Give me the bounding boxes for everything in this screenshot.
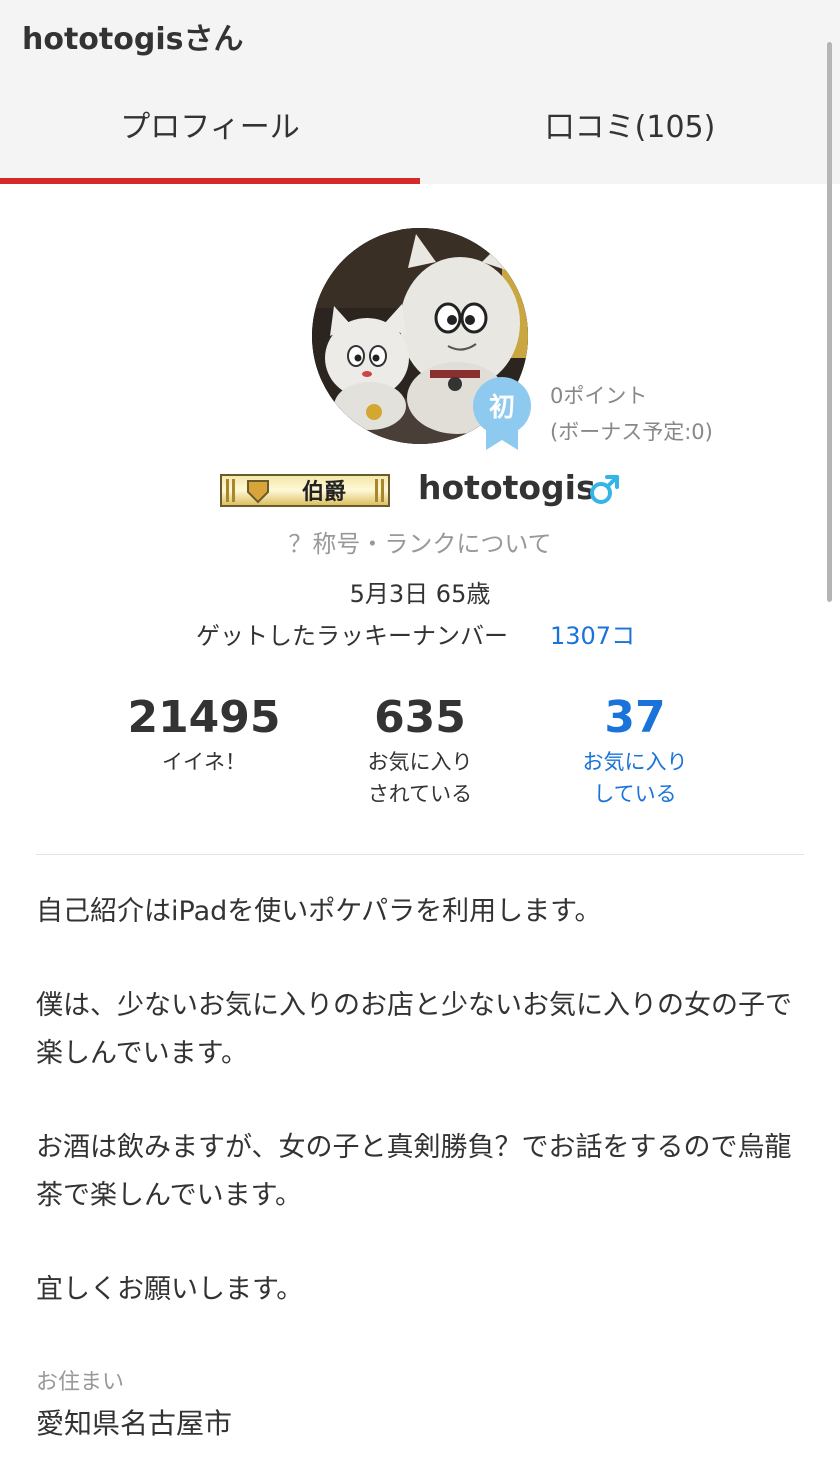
intro-paragraph: 宜しくお願いします。 xyxy=(36,1274,304,1305)
stat-favorited-by: 635 お気に入り されている xyxy=(320,690,520,810)
divider xyxy=(36,854,804,855)
points-value: 0ポイント xyxy=(550,384,648,408)
bonus-value: (ボーナス予定:0) xyxy=(550,420,713,444)
lucky-number-label: ゲットしたラッキーナンバー xyxy=(196,622,508,650)
rank-title-label: 伯爵 xyxy=(302,479,346,505)
active-tab-indicator xyxy=(0,178,420,184)
stat-likes-value: 21495 xyxy=(127,692,281,743)
stat-favorites-label-1[interactable]: お気に入り xyxy=(535,746,735,778)
residence-value: 愛知県名古屋市 xyxy=(36,1407,233,1440)
intro-paragraph: お酒は飲みますが、女の子と真剣勝負？でお話をするので烏龍茶で楽しんでいます。 xyxy=(36,1132,792,1211)
self-introduction: 自己紹介はiPadを使いポケパラを利用します。 僕は、少ないお気に入りのお店と少… xyxy=(36,888,804,1360)
rank-info-link[interactable]: ？称号・ランクについて xyxy=(0,524,840,559)
scrollbar[interactable] xyxy=(827,42,832,602)
stat-favorites-value[interactable]: 37 xyxy=(535,690,735,746)
tab-reviews[interactable]: 口コミ(105) xyxy=(420,106,840,150)
intro-paragraph: 僕は、少ないお気に入りのお店と少ないお気に入りの女の子で楽しんでいます。 xyxy=(36,990,792,1069)
stat-favorites[interactable]: 37 お気に入り している xyxy=(535,690,735,810)
intro-paragraph: 自己紹介はiPadを使いポケパラを利用します。 xyxy=(36,896,602,927)
stat-likes-label: イイネ！ xyxy=(162,750,246,774)
stat-favorited-by-value: 635 xyxy=(374,692,466,743)
username: hototogis xyxy=(418,468,596,507)
beginner-badge-icon: 初 xyxy=(472,376,532,452)
residence-label: お住まい xyxy=(36,1370,125,1395)
male-gender-icon xyxy=(588,472,622,506)
header-bar: hototogisさん プロフィール 口コミ(105) xyxy=(0,0,840,184)
stat-favorited-by-label-1: お気に入り xyxy=(367,750,473,774)
lucky-number-link[interactable]: 1307コ xyxy=(550,616,635,651)
birthday-age: 5月3日 65歳 xyxy=(349,580,491,608)
stat-favorites-label-2[interactable]: している xyxy=(535,778,735,810)
points-info: 0ポイント (ボーナス予定:0) xyxy=(550,378,713,450)
page-title: hototogisさん xyxy=(22,22,244,57)
beginner-badge-label: 初 xyxy=(489,393,515,423)
stat-favorited-by-label-2: されている xyxy=(367,782,473,806)
tab-profile[interactable]: プロフィール xyxy=(0,106,420,150)
stat-likes: 21495 イイネ！ xyxy=(104,690,304,778)
rank-title-badge: 伯爵 xyxy=(220,474,390,507)
